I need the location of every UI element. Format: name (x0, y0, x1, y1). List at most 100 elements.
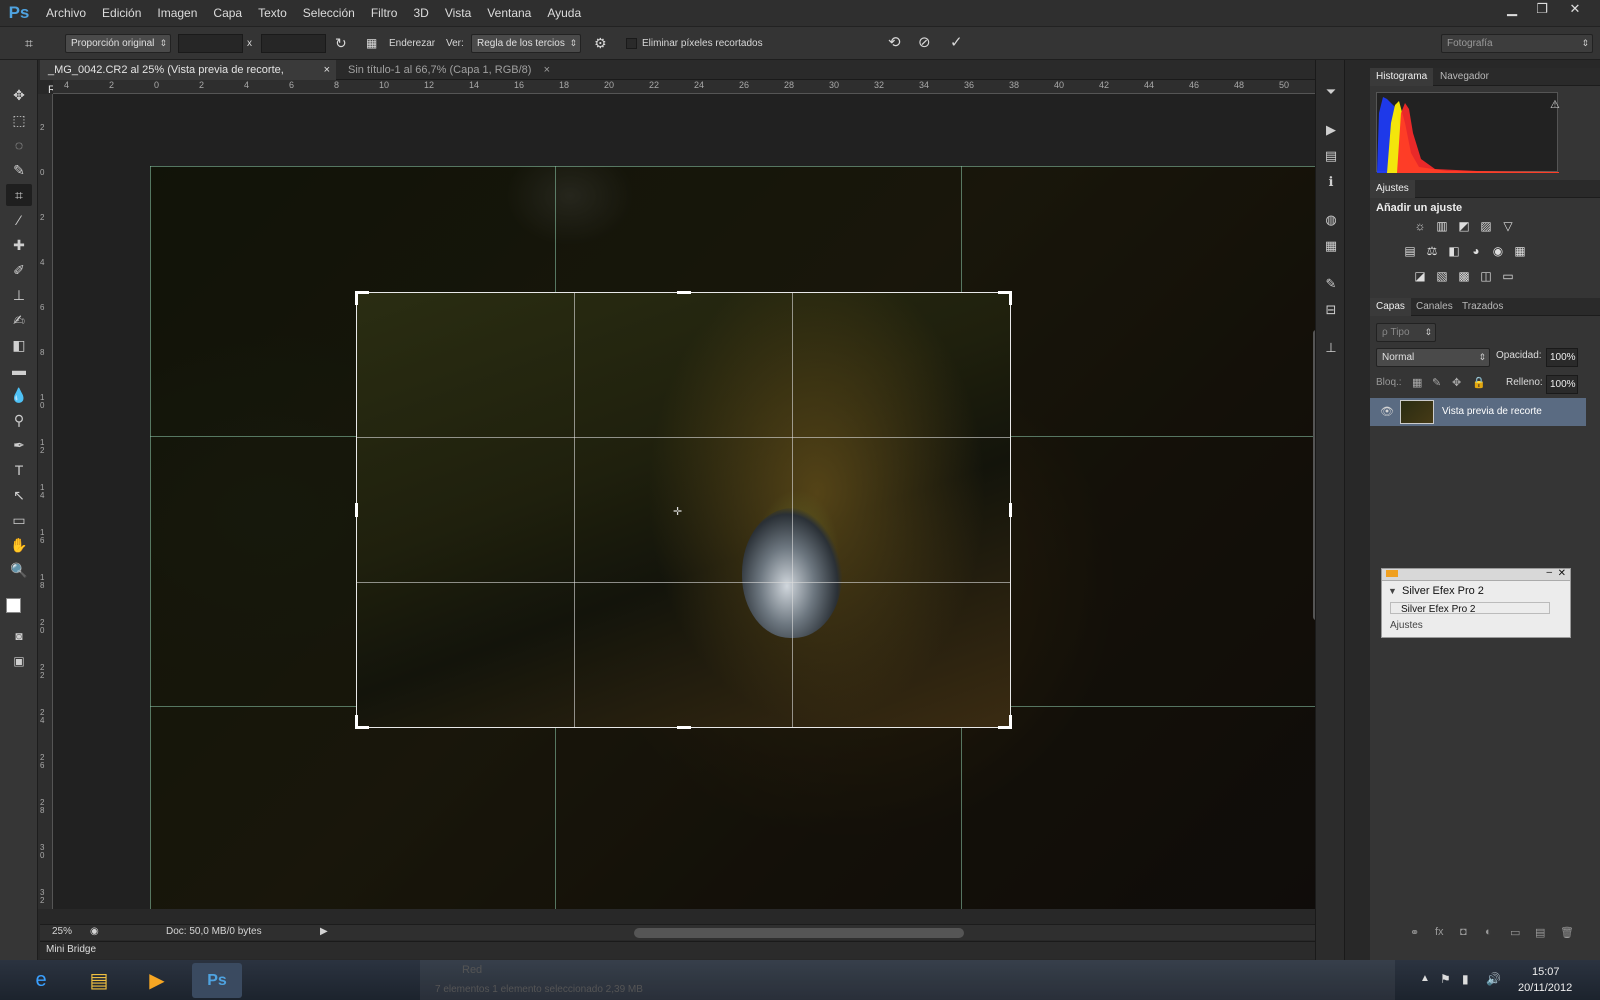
internet-explorer-icon[interactable]: e (16, 963, 66, 998)
new-layer-icon[interactable]: ▤ (1535, 926, 1545, 939)
link-layers-icon[interactable]: ⚭ (1410, 926, 1419, 939)
minimize-button[interactable]: ▁ (1497, 0, 1527, 20)
type-tool-icon[interactable]: T (6, 459, 32, 481)
menu-ventana[interactable]: Ventana (479, 0, 539, 26)
dodge-tool-icon[interactable]: ⚲ (6, 409, 32, 431)
reset-icon[interactable]: ⟲ (888, 33, 901, 52)
curves-icon[interactable]: ◩ (1456, 219, 1472, 233)
restore-button[interactable]: ❐ (1527, 0, 1557, 20)
marquee-tool-icon[interactable]: ⬚ (6, 109, 32, 131)
fx-icon[interactable]: fx (1435, 926, 1444, 938)
layer-kind-filter[interactable]: ρ Tipo (1376, 323, 1436, 342)
file-explorer-icon[interactable]: ▤ (74, 963, 124, 998)
crop-handle-top-right[interactable] (1009, 291, 1012, 305)
delete-pixels-checkbox[interactable] (626, 38, 637, 49)
flag-icon[interactable]: ⚑ (1440, 972, 1451, 986)
tab-sin-titulo[interactable]: Sin título-1 al 66,7% (Capa 1, RGB/8) * … (340, 60, 556, 96)
crop-handle-right[interactable] (1009, 503, 1012, 517)
menu-ayuda[interactable]: Ayuda (539, 0, 589, 26)
menu-archivo[interactable]: Archivo (38, 0, 94, 26)
color-lookup-icon[interactable]: ▦ (1512, 244, 1528, 258)
menu-3d[interactable]: 3D (405, 0, 436, 26)
menu-capa[interactable]: Capa (205, 0, 250, 26)
add-mask-icon[interactable]: ◘ (1460, 926, 1467, 938)
lock-all-icon[interactable]: 🔒 (1472, 376, 1486, 389)
actions-panel-icon[interactable]: ▶ (1321, 120, 1341, 140)
canvas-area[interactable]: ✛ (53, 94, 1315, 909)
crop-tool-preset-icon[interactable]: ⌗ (16, 32, 42, 54)
photo-filter-icon[interactable]: ◕ (1468, 244, 1484, 258)
levels-icon[interactable]: ▥ (1434, 219, 1450, 233)
crop-handle-top-left[interactable] (355, 291, 358, 305)
path-select-icon[interactable]: ↖ (6, 484, 32, 506)
screen-mode-icon[interactable]: ▣ (6, 650, 32, 672)
info-panel-icon[interactable]: ℹ (1321, 172, 1341, 192)
menu-seleccion[interactable]: Selección (295, 0, 363, 26)
warning-icon[interactable]: ⚠ (1550, 98, 1560, 111)
tab-ajustes[interactable]: Ajustes (1370, 180, 1415, 198)
brush-panel-icon[interactable]: ✎ (1321, 274, 1341, 294)
blend-mode-select[interactable]: Normal (1376, 348, 1490, 367)
move-tool-icon[interactable]: ✥ (6, 84, 32, 106)
eraser-tool-icon[interactable]: ◧ (6, 334, 32, 356)
healing-tool-icon[interactable]: ✚ (6, 234, 32, 256)
history-brush-icon[interactable]: ✍ (6, 309, 32, 331)
horizontal-scrollbar[interactable] (634, 928, 964, 938)
menu-filtro[interactable]: Filtro (363, 0, 406, 26)
silver-efex-item[interactable]: Silver Efex Pro 2 (1390, 602, 1550, 614)
foreground-color-swatch[interactable] (6, 598, 21, 613)
close-icon[interactable]: × (324, 60, 330, 80)
crop-box[interactable]: ✛ (355, 291, 1012, 729)
zoom-level[interactable]: 25% (52, 926, 72, 937)
brush-presets-icon[interactable]: ▤ (1321, 146, 1341, 166)
close-button[interactable]: ✕ (1560, 0, 1590, 20)
pen-tool-icon[interactable]: ✒ (6, 434, 32, 456)
workspace-select[interactable]: Fotografía (1441, 34, 1593, 53)
tab-navegador[interactable]: Navegador (1434, 68, 1495, 86)
mini-bridge-panel[interactable]: Mini Bridge (40, 941, 1327, 959)
collapse-icon[interactable]: ▼ (1388, 586, 1397, 596)
posterize-icon[interactable]: ▧ (1434, 269, 1450, 283)
tab-mg0042[interactable]: _MG_0042.CR2 al 25% (Vista previa de rec… (40, 60, 336, 96)
status-menu-arrow-icon[interactable]: ▶ (320, 926, 328, 937)
quick-mask-icon[interactable]: ◙ (6, 625, 32, 647)
network-icon[interactable]: ▮ (1462, 972, 1469, 986)
tab-histograma[interactable]: Histograma (1370, 68, 1434, 86)
gradient-map-icon[interactable]: ▭ (1500, 269, 1516, 283)
selective-color-icon[interactable]: ◫ (1478, 269, 1494, 283)
quick-select-tool-icon[interactable]: ✎ (6, 159, 32, 181)
tab-canales[interactable]: Canales (1410, 298, 1459, 316)
tab-capas[interactable]: Capas (1370, 298, 1411, 316)
brightness-icon[interactable]: ☼ (1412, 219, 1428, 233)
minimize-icon[interactable]: – (1546, 567, 1552, 578)
clone-source-icon[interactable]: ⊥ (1321, 338, 1341, 358)
fill-input[interactable]: 100% (1546, 375, 1578, 394)
gear-icon[interactable]: ⚙ (594, 34, 607, 53)
character-panel-icon[interactable]: ⊟ (1321, 300, 1341, 320)
opacity-input[interactable]: 100% (1546, 348, 1578, 367)
shape-tool-icon[interactable]: ▭ (6, 509, 32, 531)
hue-sat-icon[interactable]: ▤ (1402, 244, 1418, 258)
blur-tool-icon[interactable]: 💧 (6, 384, 32, 406)
trash-icon[interactable]: 🗑 (1560, 926, 1574, 939)
clock-date[interactable]: 20/11/2012 (1518, 982, 1572, 994)
lasso-tool-icon[interactable]: ◌ (6, 134, 32, 156)
close-icon[interactable]: ✕ (1558, 568, 1566, 579)
stamp-tool-icon[interactable]: ⊥ (6, 284, 32, 306)
gradient-tool-icon[interactable]: ▬ (6, 359, 32, 381)
black-white-icon[interactable]: ◧ (1446, 244, 1462, 258)
zoom-tool-icon[interactable]: 🔍 (6, 559, 32, 581)
silver-efex-titlebar[interactable]: – ✕ (1382, 567, 1570, 581)
layer-row[interactable]: 👁 Vista previa de recorte (1370, 398, 1586, 426)
height-input[interactable] (261, 34, 326, 53)
crop-tool-icon[interactable]: ⌗ (6, 184, 32, 206)
menu-texto[interactable]: Texto (250, 0, 295, 26)
silver-efex-panel[interactable]: – ✕ ▼ Silver Efex Pro 2 Silver Efex Pro … (1381, 567, 1571, 638)
lock-position-icon[interactable]: ✥ (1452, 376, 1461, 389)
cancel-icon[interactable]: ⊘ (918, 33, 931, 52)
photoshop-taskbar-icon[interactable]: Ps (192, 963, 242, 998)
hand-tool-icon[interactable]: ✋ (6, 534, 32, 556)
brush-tool-icon[interactable]: ✐ (6, 259, 32, 281)
status-icon[interactable]: ◉ (90, 926, 99, 937)
layer-name[interactable]: Vista previa de recorte (1442, 406, 1542, 417)
